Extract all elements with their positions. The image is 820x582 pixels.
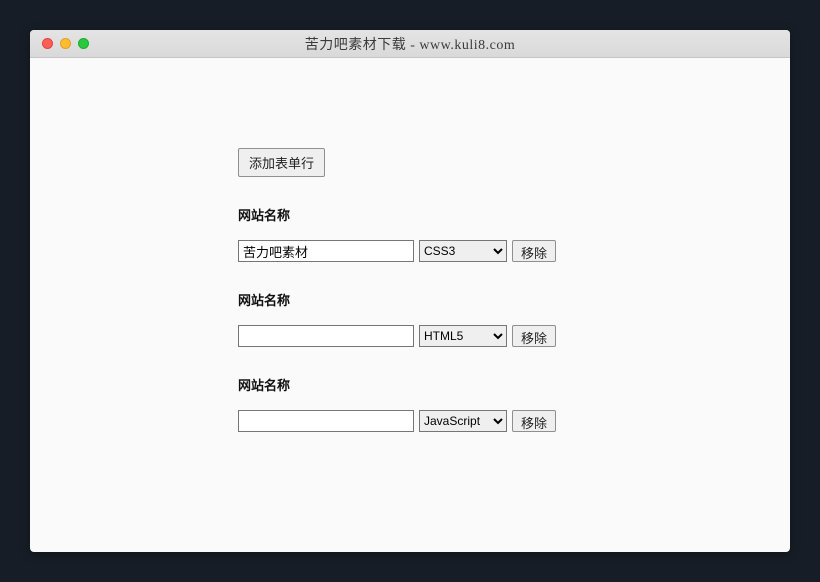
form-row: 网站名称 CSS3 移除 [238,205,790,262]
minimize-icon[interactable] [60,38,71,49]
remove-button[interactable]: 移除 [512,410,556,432]
field-label: 网站名称 [238,290,790,309]
form-row: 网站名称 JavaScript 移除 [238,375,790,432]
form-controls: HTML5 移除 [238,325,790,347]
window-title: 苦力吧素材下载 - www.kuli8.com [30,34,790,54]
site-name-input[interactable] [238,410,414,432]
field-label: 网站名称 [238,375,790,394]
form-row: 网站名称 HTML5 移除 [238,290,790,347]
field-label: 网站名称 [238,205,790,224]
form-controls: JavaScript 移除 [238,410,790,432]
tech-select[interactable]: JavaScript [419,410,507,432]
tech-select[interactable]: HTML5 [419,325,507,347]
remove-button[interactable]: 移除 [512,240,556,262]
remove-button[interactable]: 移除 [512,325,556,347]
app-window: 苦力吧素材下载 - www.kuli8.com 添加表单行 网站名称 CSS3 … [30,30,790,552]
site-name-input[interactable] [238,325,414,347]
traffic-lights [42,38,89,49]
content-area: 添加表单行 网站名称 CSS3 移除 网站名称 HTML5 移除 网站名 [30,58,790,432]
titlebar: 苦力吧素材下载 - www.kuli8.com [30,30,790,58]
maximize-icon[interactable] [78,38,89,49]
add-row-button[interactable]: 添加表单行 [238,148,325,177]
tech-select[interactable]: CSS3 [419,240,507,262]
form-controls: CSS3 移除 [238,240,790,262]
close-icon[interactable] [42,38,53,49]
site-name-input[interactable] [238,240,414,262]
